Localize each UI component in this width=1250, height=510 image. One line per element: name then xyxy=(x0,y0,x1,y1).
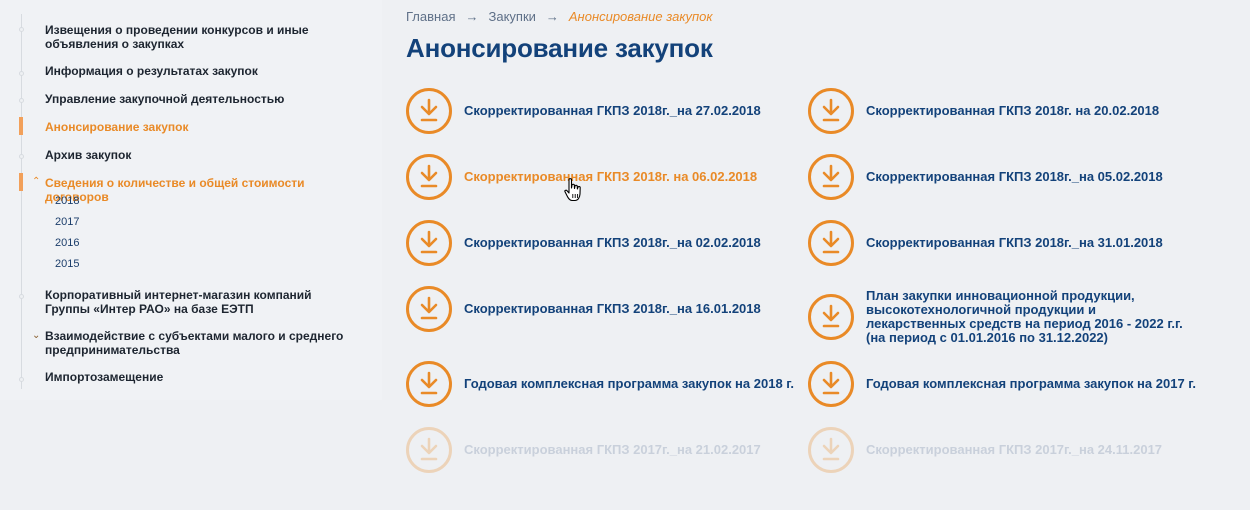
download-icon xyxy=(808,361,854,407)
document-title: Скорректированная ГКПЗ 2018г. на 06.02.2… xyxy=(464,169,758,184)
document-title: Скорректированная ГКПЗ 2018г._на 16.01.2… xyxy=(464,301,761,316)
document-link[interactable]: Годовая комплексная программа закупок на… xyxy=(808,361,1196,407)
document-link[interactable]: Годовая комплексная программа закупок на… xyxy=(406,361,794,407)
arrow-right-icon: → xyxy=(545,8,559,24)
document-link[interactable]: План закупки инновационной продукции, вы… xyxy=(808,289,1196,345)
document-link[interactable]: Скорректированная ГКПЗ 2018г._на 16.01.2… xyxy=(406,286,761,332)
sidebar-nav: Извещения о проведении конкурсов и иные … xyxy=(0,0,382,400)
download-icon xyxy=(406,154,452,200)
download-icon xyxy=(406,361,452,407)
download-icon xyxy=(406,88,452,134)
download-icon xyxy=(808,88,854,134)
active-marker xyxy=(19,117,23,135)
sidebar-item-eshop[interactable]: Корпоративный интернет-магазин компаний … xyxy=(45,288,345,316)
document-title: Скорректированная ГКПЗ 2018г._на 05.02.2… xyxy=(866,169,1163,184)
sidebar-item-archive[interactable]: Архив закупок xyxy=(45,148,345,162)
chevron-down-icon[interactable]: ⌄ xyxy=(32,330,40,342)
arrow-right-icon: → xyxy=(465,8,479,24)
document-link[interactable]: Скорректированная ГКПЗ 2018г._на 27.02.2… xyxy=(406,88,761,134)
document-link[interactable]: Скорректированная ГКПЗ 2018г._на 02.02.2… xyxy=(406,220,761,266)
document-link[interactable]: Скорректированная ГКПЗ 2017г._на 24.11.2… xyxy=(808,427,1162,473)
document-link[interactable]: Скорректированная ГКПЗ 2018г. на 20.02.2… xyxy=(808,88,1159,134)
download-icon xyxy=(406,427,452,473)
active-marker xyxy=(19,173,23,191)
breadcrumb-current: Анонсирование закупок xyxy=(568,8,713,24)
page: Извещения о проведении конкурсов и иные … xyxy=(0,0,1250,510)
breadcrumb: Главная → Закупки → Анонсирование закупо… xyxy=(406,8,713,24)
document-title: План закупки инновационной продукции, вы… xyxy=(866,288,1183,345)
sidebar-subitem-year[interactable]: 2015 xyxy=(55,258,79,270)
document-title: Годовая комплексная программа закупок на… xyxy=(464,376,795,391)
download-icon xyxy=(406,220,452,266)
tree-node-dot xyxy=(19,71,24,76)
download-icon xyxy=(406,286,452,332)
hand-pointer-icon xyxy=(564,178,581,202)
download-icon xyxy=(808,220,854,266)
document-link[interactable]: Скорректированная ГКПЗ 2017г._на 21.02.2… xyxy=(406,427,761,473)
document-title: Скорректированная ГКПЗ 2018г._на 27.02.2… xyxy=(464,103,761,118)
document-link[interactable]: Скорректированная ГКПЗ 2018г._на 05.02.2… xyxy=(808,154,1163,200)
tree-node-dot xyxy=(19,154,24,159)
sidebar-item-announcements[interactable]: Анонсирование закупок xyxy=(45,120,345,134)
page-title: Анонсирование закупок xyxy=(406,33,713,63)
tree-node-dot xyxy=(19,98,24,103)
sidebar-subitem-year[interactable]: 2018 xyxy=(55,195,79,207)
sidebar-item-contracts-info[interactable]: Сведения о количестве и общей стоимости … xyxy=(45,176,345,204)
sidebar-item-import-substitution[interactable]: Импортозамещение xyxy=(45,370,345,384)
sidebar-subitem-year[interactable]: 2016 xyxy=(55,237,79,249)
document-title: Скорректированная ГКПЗ 2018г. на 20.02.2… xyxy=(866,103,1160,118)
sidebar-item-management[interactable]: Управление закупочной деятельностью xyxy=(45,92,345,106)
sidebar-item-notices[interactable]: Извещения о проведении конкурсов и иные … xyxy=(45,23,345,51)
sidebar-item-sme[interactable]: Взаимодействие с субъектами малого и сре… xyxy=(45,329,345,357)
tree-node-dot xyxy=(19,294,24,299)
download-icon xyxy=(808,294,854,340)
breadcrumb-purchases[interactable]: Закупки xyxy=(488,9,535,24)
sidebar-subitem-year[interactable]: 2017 xyxy=(55,216,79,228)
document-title: Скорректированная ГКПЗ 2017г._на 24.11.2… xyxy=(866,442,1163,457)
sidebar-item-results[interactable]: Информация о результатах закупок xyxy=(45,64,345,78)
document-title: Скорректированная ГКПЗ 2017г._на 21.02.2… xyxy=(464,442,761,457)
breadcrumb-home[interactable]: Главная xyxy=(406,9,455,24)
download-icon xyxy=(808,154,854,200)
chevron-up-icon[interactable]: ⌃ xyxy=(32,176,40,188)
document-title: Скорректированная ГКПЗ 2018г._на 31.01.2… xyxy=(866,235,1163,250)
tree-node-dot xyxy=(19,377,24,382)
document-title: Годовая комплексная программа закупок на… xyxy=(866,376,1197,391)
document-title: Скорректированная ГКПЗ 2018г._на 02.02.2… xyxy=(464,235,761,250)
document-link[interactable]: Скорректированная ГКПЗ 2018г._на 31.01.2… xyxy=(808,220,1163,266)
download-icon xyxy=(808,427,854,473)
tree-node-dot xyxy=(19,27,24,32)
